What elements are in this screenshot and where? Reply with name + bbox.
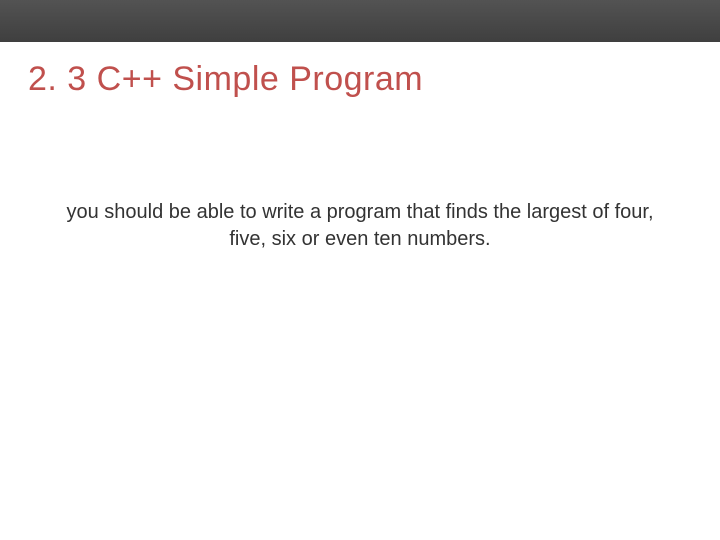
slide-title: 2. 3 C++ Simple Program [28,60,720,99]
top-band [0,0,720,42]
slide-body-text: you should be able to write a program th… [0,199,720,253]
